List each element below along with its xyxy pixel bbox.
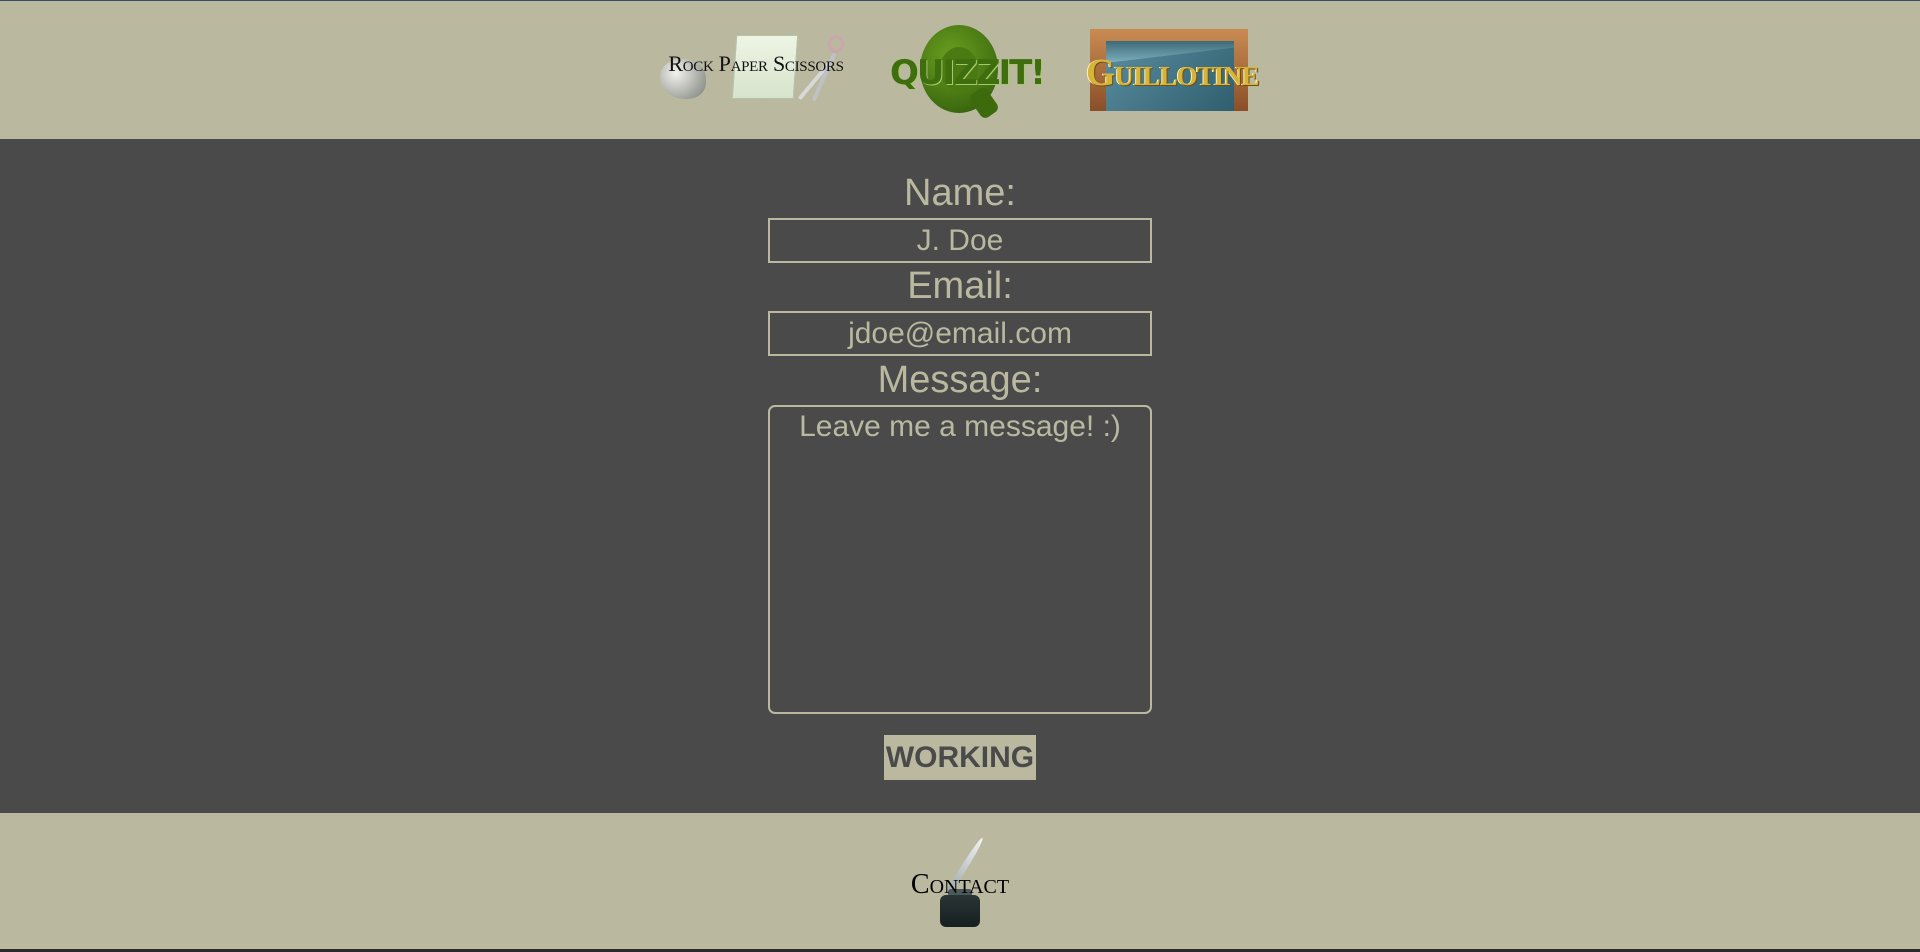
rock-paper-scissors-label: Rock Paper Scissors bbox=[668, 51, 844, 76]
quizzit-link[interactable]: QUIZZIT! bbox=[888, 23, 1046, 121]
name-label: Name: bbox=[904, 172, 1016, 214]
top-navigation-bar: Rock Paper Scissors QUIZZIT! Guillotine bbox=[0, 0, 1920, 139]
contact-link[interactable]: Contact bbox=[900, 831, 1020, 937]
guillotine-label: Guillotine bbox=[1086, 52, 1260, 94]
submit-button[interactable]: WORKING bbox=[884, 735, 1036, 780]
message-textarea[interactable] bbox=[768, 405, 1152, 714]
contact-label: Contact bbox=[910, 869, 1010, 900]
name-input[interactable] bbox=[768, 218, 1152, 263]
footer-bar: Contact bbox=[0, 813, 1920, 949]
quizzit-label: QUIZZIT! bbox=[890, 53, 1046, 93]
email-input[interactable] bbox=[768, 311, 1152, 356]
rock-paper-scissors-link[interactable]: Rock Paper Scissors bbox=[656, 29, 852, 105]
message-label: Message: bbox=[877, 359, 1043, 401]
contact-form-panel: Name: Email: Message: WORKING bbox=[0, 139, 1920, 813]
email-label: Email: bbox=[907, 265, 1013, 307]
guillotine-link[interactable]: Guillotine bbox=[1086, 29, 1260, 113]
